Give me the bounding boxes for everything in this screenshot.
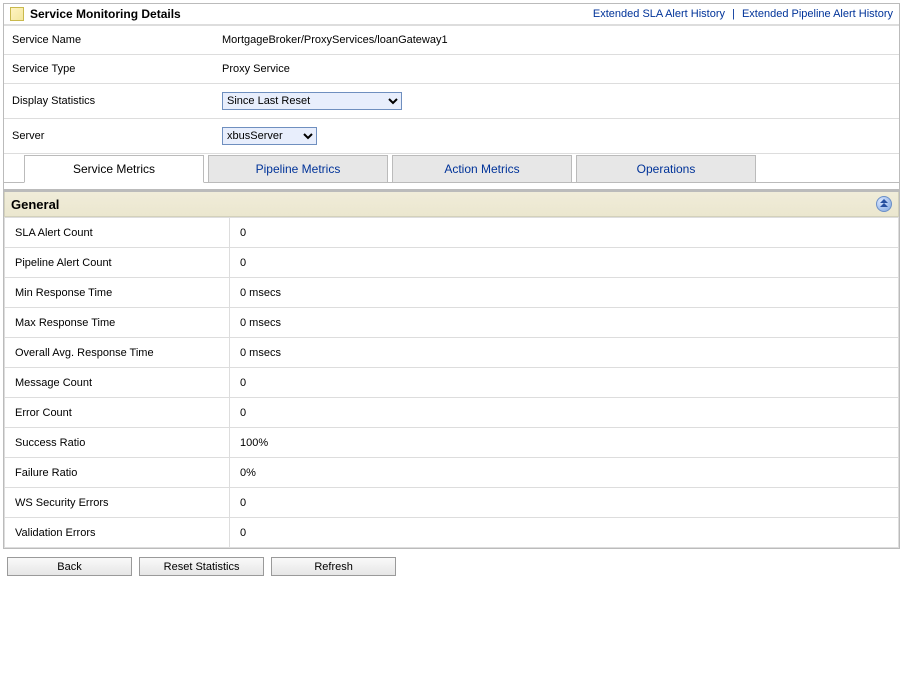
metric-label: Message Count [5,368,230,398]
general-section-header: General [4,192,899,217]
metric-value: 100% [230,428,899,458]
service-icon [10,7,24,21]
service-name-value: MortgageBroker/ProxyServices/loanGateway… [214,26,899,55]
tab-operations[interactable]: Operations [576,155,756,183]
display-statistics-select[interactable]: Since Last Reset [222,92,402,110]
service-monitoring-panel: Service Monitoring Details Extended SLA … [3,3,900,549]
metric-label: Failure Ratio [5,458,230,488]
metric-label: Pipeline Alert Count [5,248,230,278]
metric-label: Max Response Time [5,308,230,338]
metrics-row: SLA Alert Count0 [5,218,899,248]
metrics-row: Pipeline Alert Count0 [5,248,899,278]
server-select[interactable]: xbusServer [222,127,317,145]
metrics-row: Overall Avg. Response Time0 msecs [5,338,899,368]
general-heading: General [11,197,59,212]
metric-value: 0% [230,458,899,488]
metric-label: SLA Alert Count [5,218,230,248]
metrics-row: Min Response Time0 msecs [5,278,899,308]
metric-value: 0 msecs [230,308,899,338]
metrics-row: Success Ratio100% [5,428,899,458]
service-type-label: Service Type [4,55,214,84]
metric-value: 0 [230,398,899,428]
display-statistics-label: Display Statistics [4,84,214,119]
metrics-row: Message Count0 [5,368,899,398]
refresh-button[interactable]: Refresh [271,557,396,576]
metrics-row: Error Count0 [5,398,899,428]
metrics-container: General SLA Alert Count0Pipeline Alert C… [4,189,899,548]
extended-pipeline-alert-history-link[interactable]: Extended Pipeline Alert History [742,8,893,20]
service-name-label: Service Name [4,26,214,55]
header-links: Extended SLA Alert History | Extended Pi… [593,8,893,20]
service-details-table: Service Name MortgageBroker/ProxyService… [4,25,899,154]
metric-value: 0 msecs [230,278,899,308]
metric-value: 0 [230,518,899,548]
metric-value: 0 [230,488,899,518]
metric-label: Error Count [5,398,230,428]
metric-value: 0 msecs [230,338,899,368]
server-label: Server [4,119,214,154]
metrics-row: Failure Ratio0% [5,458,899,488]
panel-header: Service Monitoring Details Extended SLA … [4,4,899,25]
metric-label: WS Security Errors [5,488,230,518]
metrics-row: WS Security Errors0 [5,488,899,518]
panel-title: Service Monitoring Details [30,7,181,21]
metrics-tabs: Service Metrics Pipeline Metrics Action … [4,154,899,183]
metric-value: 0 [230,368,899,398]
button-row: Back Reset Statistics Refresh [3,549,900,584]
metric-label: Success Ratio [5,428,230,458]
back-button[interactable]: Back [7,557,132,576]
collapse-icon[interactable] [876,196,892,212]
metrics-row: Validation Errors0 [5,518,899,548]
tab-pipeline-metrics[interactable]: Pipeline Metrics [208,155,388,183]
extended-sla-alert-history-link[interactable]: Extended SLA Alert History [593,8,725,20]
service-type-value: Proxy Service [214,55,899,84]
reset-statistics-button[interactable]: Reset Statistics [139,557,264,576]
metric-value: 0 [230,218,899,248]
metric-value: 0 [230,248,899,278]
metrics-row: Max Response Time0 msecs [5,308,899,338]
link-separator: | [728,8,739,20]
tab-service-metrics[interactable]: Service Metrics [24,155,204,183]
metric-label: Validation Errors [5,518,230,548]
tab-action-metrics[interactable]: Action Metrics [392,155,572,183]
metric-label: Overall Avg. Response Time [5,338,230,368]
metric-label: Min Response Time [5,278,230,308]
general-metrics-table: SLA Alert Count0Pipeline Alert Count0Min… [4,217,899,548]
